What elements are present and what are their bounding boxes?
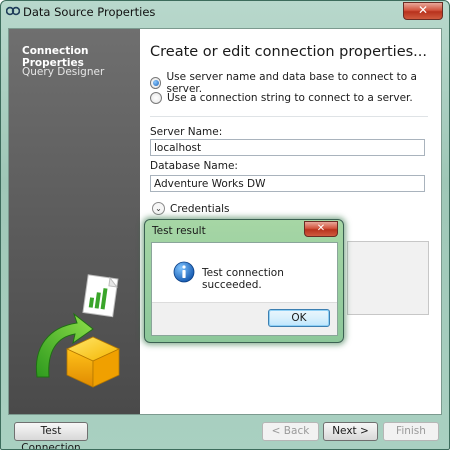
database-name-field[interactable]: Adventure Works DW [150, 175, 425, 192]
window-close-button[interactable]: ✕ [403, 2, 443, 20]
radio-button-selected[interactable] [150, 77, 162, 89]
test-result-dialog: Test result ✕ Test connection succeeded.… [144, 219, 344, 343]
dialog-title: Test result [152, 225, 206, 237]
wizard-illustration-icon [35, 274, 120, 388]
server-name-label: Server Name: [150, 126, 223, 138]
wizard-sidebar: Connection Properties Query Designer [9, 29, 140, 414]
dialog-close-button[interactable]: ✕ [304, 221, 338, 237]
dialog-message: Test connection succeeded. [202, 267, 284, 291]
radio-button-unselected[interactable] [150, 92, 162, 104]
server-name-field[interactable]: localhost [150, 139, 425, 156]
next-button[interactable]: Next > [323, 422, 378, 441]
dialog-footer: OK [152, 302, 337, 335]
window-title: Data Source Properties [23, 5, 156, 19]
chevron-down-icon[interactable]: ⌄ [152, 202, 165, 215]
ok-button[interactable]: OK [268, 309, 330, 327]
credentials-label: Credentials [170, 202, 230, 215]
back-button[interactable]: < Back [262, 422, 319, 441]
app-icon [6, 6, 20, 16]
credentials-expander[interactable]: ⌄ Credentials [152, 202, 230, 215]
page-heading: Create or edit connection properties... [150, 44, 428, 60]
option-connection-string-label: Use a connection string to connect to a … [167, 92, 413, 104]
option-connection-string[interactable]: Use a connection string to connect to a … [150, 92, 413, 104]
database-name-label: Database Name: [150, 160, 238, 172]
divider [150, 116, 428, 117]
finish-button[interactable]: Finish [383, 422, 439, 441]
title-bar: Data Source Properties ✕ [1, 1, 449, 23]
connection-string-area [347, 241, 429, 315]
info-icon [173, 261, 195, 283]
data-source-properties-window: Data Source Properties ✕ Connection Prop… [0, 0, 450, 450]
test-connection-button[interactable]: Test Connection [14, 422, 88, 449]
dialog-body: Test connection succeeded. OK [151, 242, 338, 336]
sidebar-item-query-designer[interactable]: Query Designer [22, 66, 104, 78]
